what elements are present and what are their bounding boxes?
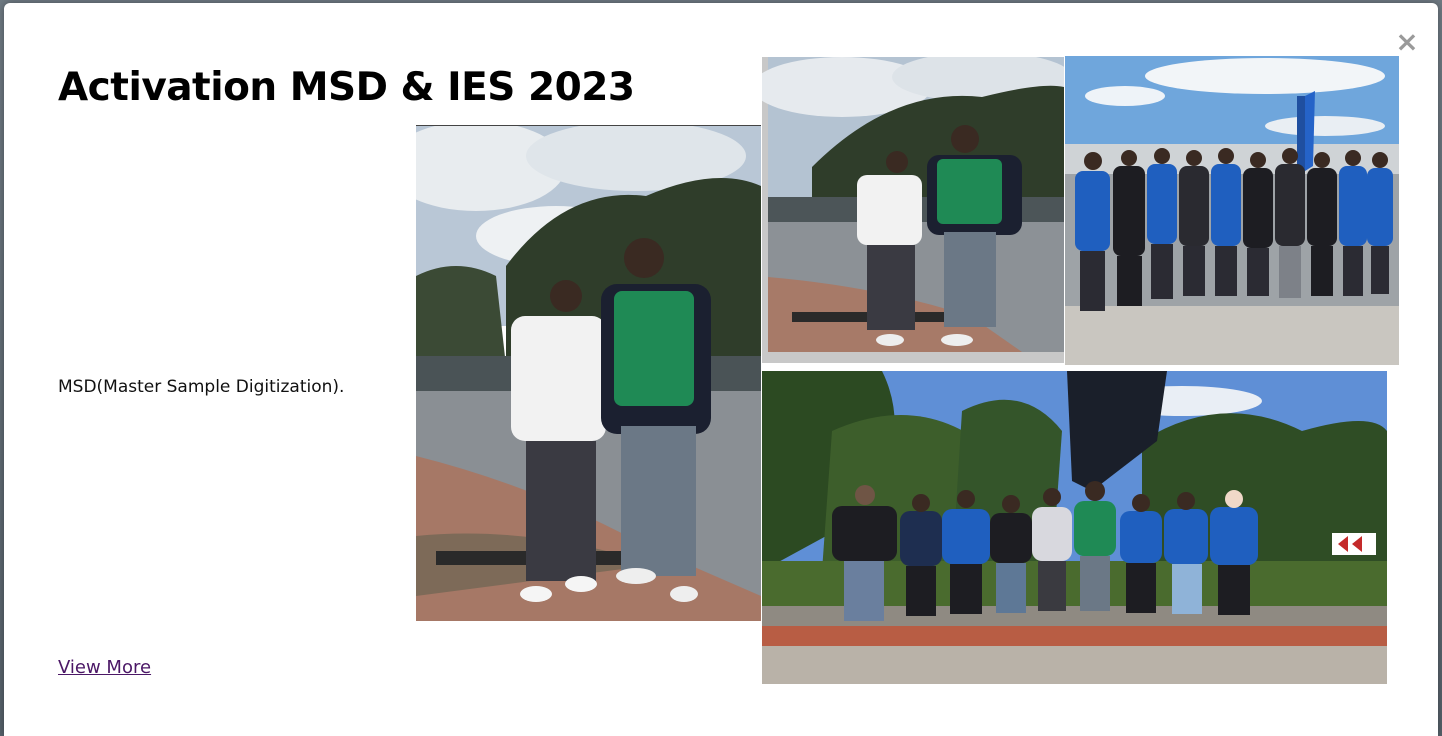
modal-description: MSD(Master Sample Digitization). [58, 377, 345, 397]
modal-title: Activation MSD & IES 2023 [58, 65, 635, 110]
activation-modal: × Activation MSD & IES 2023 MSD(Master S… [4, 3, 1438, 736]
two-people-small-photo[interactable] [762, 57, 1064, 363]
two-people-outdoors-photo[interactable] [416, 125, 761, 621]
close-icon[interactable]: × [1394, 27, 1420, 57]
group-blue-jackets-photo[interactable] [1065, 56, 1399, 365]
group-palm-trees-photo[interactable] [762, 371, 1387, 684]
view-more-link[interactable]: View More [58, 657, 151, 678]
